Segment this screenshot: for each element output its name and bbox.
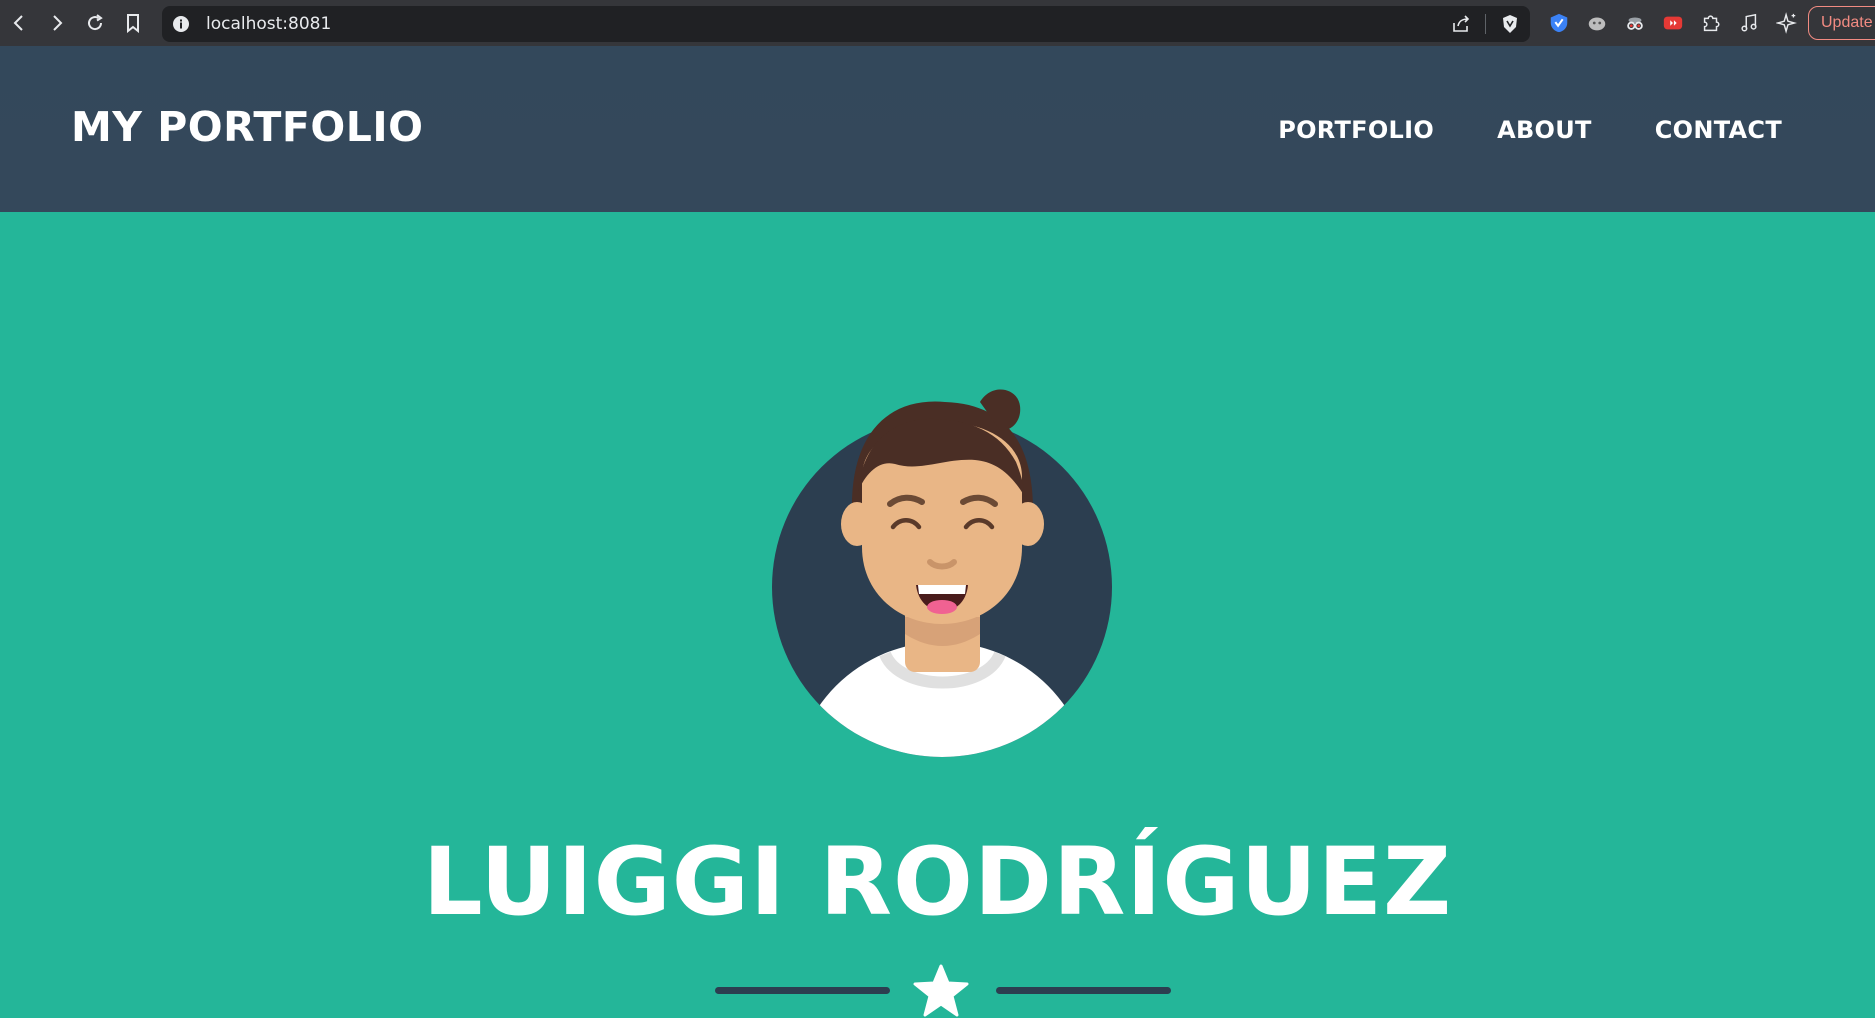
reload-button[interactable]: [76, 0, 114, 46]
back-button[interactable]: [0, 0, 38, 46]
star-icon: [913, 964, 969, 1017]
update-button[interactable]: Update: [1808, 6, 1875, 40]
divider-line-left: [715, 987, 890, 994]
extensions-bar: [1546, 8, 1800, 38]
browser-toolbar: localhost:8081 Update: [0, 0, 1875, 46]
nav-link-portfolio[interactable]: PORTFOLIO: [1278, 116, 1434, 144]
share-icon[interactable]: [1451, 14, 1471, 34]
separator: [1485, 14, 1486, 34]
ghost-icon[interactable]: [1584, 10, 1610, 36]
site-info-icon[interactable]: [172, 15, 190, 33]
back-icon: [13, 15, 23, 31]
address-bar[interactable]: localhost:8081: [162, 6, 1530, 42]
music-icon[interactable]: [1736, 10, 1762, 36]
spy-icon[interactable]: [1622, 10, 1648, 36]
site-navbar: MY PORTFOLIO PORTFOLIO ABOUT CONTACT: [0, 46, 1875, 212]
vpn-icon[interactable]: [1546, 10, 1572, 36]
hero-name: LUIGGI RODRÍGUEZ: [422, 828, 1453, 937]
hero-section: LUIGGI RODRÍGUEZ: [0, 212, 1875, 1018]
site-brand[interactable]: MY PORTFOLIO: [71, 103, 423, 151]
url-text: localhost:8081: [206, 14, 332, 34]
brave-shield-icon[interactable]: [1500, 14, 1520, 34]
site-menu: PORTFOLIO ABOUT CONTACT: [1278, 116, 1782, 144]
nav-link-about[interactable]: ABOUT: [1497, 116, 1592, 144]
forward-button[interactable]: [38, 0, 76, 46]
puzzle-icon[interactable]: [1698, 10, 1724, 36]
sparkle-icon[interactable]: [1774, 10, 1800, 36]
divider-line-right: [996, 987, 1171, 994]
reload-icon: [88, 14, 103, 31]
forward-icon: [53, 15, 63, 31]
bookmark-icon: [127, 14, 139, 33]
youtube-icon[interactable]: [1660, 10, 1686, 36]
nav-link-contact[interactable]: CONTACT: [1655, 116, 1782, 144]
avatar: [772, 389, 1112, 757]
bookmark-button[interactable]: [114, 0, 152, 46]
